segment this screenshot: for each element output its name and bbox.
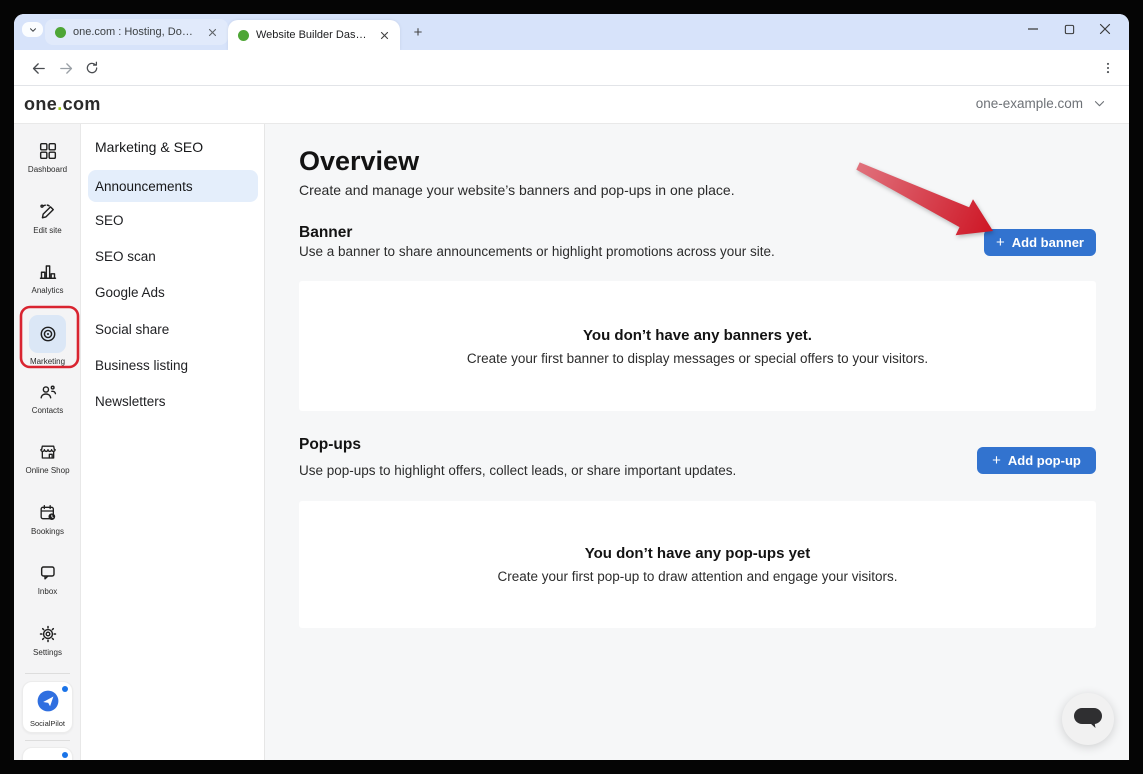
popups-empty-text: Create your first pop-up to draw attenti… [498, 569, 898, 584]
popups-section-heading: Pop-ups [299, 436, 361, 454]
plus-icon: + [996, 235, 1005, 250]
page-title: Overview [299, 146, 419, 177]
sidebar-item-marketing[interactable]: Marketing [14, 315, 81, 366]
site-selector-dropdown[interactable]: one-example.com [976, 96, 1107, 111]
sidebar-item-dashboard[interactable]: Dashboard [14, 141, 81, 174]
primary-sidebar: Dashboard Edit site Analytics Marketing … [14, 124, 81, 760]
main-content: Overview Create and manage your website’… [265, 124, 1129, 760]
contacts-icon [38, 382, 58, 402]
menu-item-google-ads[interactable]: Google Ads [95, 285, 165, 300]
page-subtitle: Create and manage your website’s banners… [299, 182, 735, 198]
menu-header: Marketing & SEO [95, 139, 203, 155]
app-card-socialpilot[interactable]: SocialPilot [22, 681, 73, 733]
marketing-target-icon [37, 323, 59, 345]
inbox-chat-icon [38, 563, 58, 583]
marketing-menu: Marketing & SEO Announcements SEO SEO sc… [81, 124, 265, 760]
banner-section-heading: Banner [299, 224, 352, 242]
tab-website-builder[interactable]: Website Builder Dashboard [228, 20, 400, 50]
site-selector-label: one-example.com [976, 96, 1083, 111]
sidebar-item-contacts[interactable]: Contacts [14, 382, 81, 415]
chevron-down-icon [28, 25, 38, 35]
window-controls [1015, 16, 1123, 42]
notification-dot [62, 752, 68, 758]
menu-item-announcements[interactable]: Announcements [88, 170, 258, 202]
banner-empty-state: You don’t have any banners yet. Create y… [299, 281, 1096, 411]
socialpilot-icon [35, 688, 61, 714]
banner-section-description: Use a banner to share announcements or h… [299, 244, 775, 259]
sidebar-item-online-shop[interactable]: Online Shop [14, 442, 81, 475]
chat-bubble-icon [1073, 707, 1103, 731]
app-body: Dashboard Edit site Analytics Marketing … [14, 124, 1129, 760]
plus-icon: + [414, 24, 423, 41]
tab-onecom[interactable]: one.com : Hosting, Domain, Em [45, 19, 228, 45]
minimize-button[interactable] [1015, 16, 1051, 42]
app-icon [35, 754, 61, 760]
onecom-favicon [55, 27, 66, 38]
popups-section-description: Use pop-ups to highlight offers, collect… [299, 463, 736, 478]
browser-menu-icon[interactable] [1099, 58, 1117, 78]
plus-icon: + [992, 453, 1001, 468]
chat-widget-button[interactable] [1062, 693, 1114, 745]
menu-item-seo[interactable]: SEO [95, 213, 124, 228]
tab-search-button[interactable] [22, 22, 43, 37]
settings-gear-icon [38, 624, 58, 644]
analytics-icon [38, 262, 58, 282]
menu-item-seo-scan[interactable]: SEO scan [95, 249, 156, 264]
chevron-down-icon [1092, 96, 1107, 111]
sidebar-item-edit-site[interactable]: Edit site [14, 202, 81, 235]
menu-item-business-listing[interactable]: Business listing [95, 358, 188, 373]
app-card-partial[interactable] [22, 747, 73, 760]
back-button[interactable] [28, 58, 48, 78]
browser-toolbar: websitebuilder.one.com/dashboard/marketi… [14, 50, 1129, 86]
dashboard-favicon [238, 30, 249, 41]
onecom-logo[interactable]: one.com [24, 94, 101, 115]
sidebar-item-analytics[interactable]: Analytics [14, 262, 81, 295]
tab-title: Website Builder Dashboard [256, 29, 370, 41]
tab-close-icon[interactable] [205, 25, 220, 40]
screenshot-frame: one.com : Hosting, Domain, Em Website Bu… [0, 0, 1143, 774]
sidebar-item-settings[interactable]: Settings [14, 624, 81, 657]
popups-empty-state: You don’t have any pop-ups yet Create yo… [299, 501, 1096, 628]
banner-empty-text: Create your first banner to display mess… [467, 351, 928, 366]
dashboard-icon [38, 141, 58, 161]
browser-window: one.com : Hosting, Domain, Em Website Bu… [14, 14, 1129, 760]
maximize-button[interactable] [1051, 16, 1087, 42]
reload-button[interactable] [82, 58, 102, 78]
edit-site-icon [38, 202, 58, 222]
tab-close-icon[interactable] [377, 28, 392, 43]
sidebar-item-bookings[interactable]: Bookings [14, 503, 81, 536]
marketing-active-tile [29, 315, 66, 353]
popups-empty-title: You don’t have any pop-ups yet [585, 545, 811, 562]
tab-title: one.com : Hosting, Domain, Em [73, 26, 198, 38]
banner-empty-title: You don’t have any banners yet. [583, 327, 812, 344]
online-shop-icon [38, 442, 58, 462]
tab-strip: one.com : Hosting, Domain, Em Website Bu… [14, 14, 1129, 50]
forward-button[interactable] [56, 58, 76, 78]
add-banner-button[interactable]: +Add banner [984, 229, 1096, 256]
bookings-icon [38, 503, 58, 523]
close-button[interactable] [1087, 16, 1123, 42]
app-header: one.com one-example.com [14, 86, 1129, 124]
add-popup-button[interactable]: +Add pop-up [977, 447, 1096, 474]
sidebar-divider [25, 740, 70, 741]
notification-dot [62, 686, 68, 692]
menu-item-social-share[interactable]: Social share [95, 322, 169, 337]
sidebar-divider [25, 673, 70, 674]
new-tab-button[interactable]: + [408, 22, 428, 42]
sidebar-item-inbox[interactable]: Inbox [14, 563, 81, 596]
menu-item-newsletters[interactable]: Newsletters [95, 394, 166, 409]
